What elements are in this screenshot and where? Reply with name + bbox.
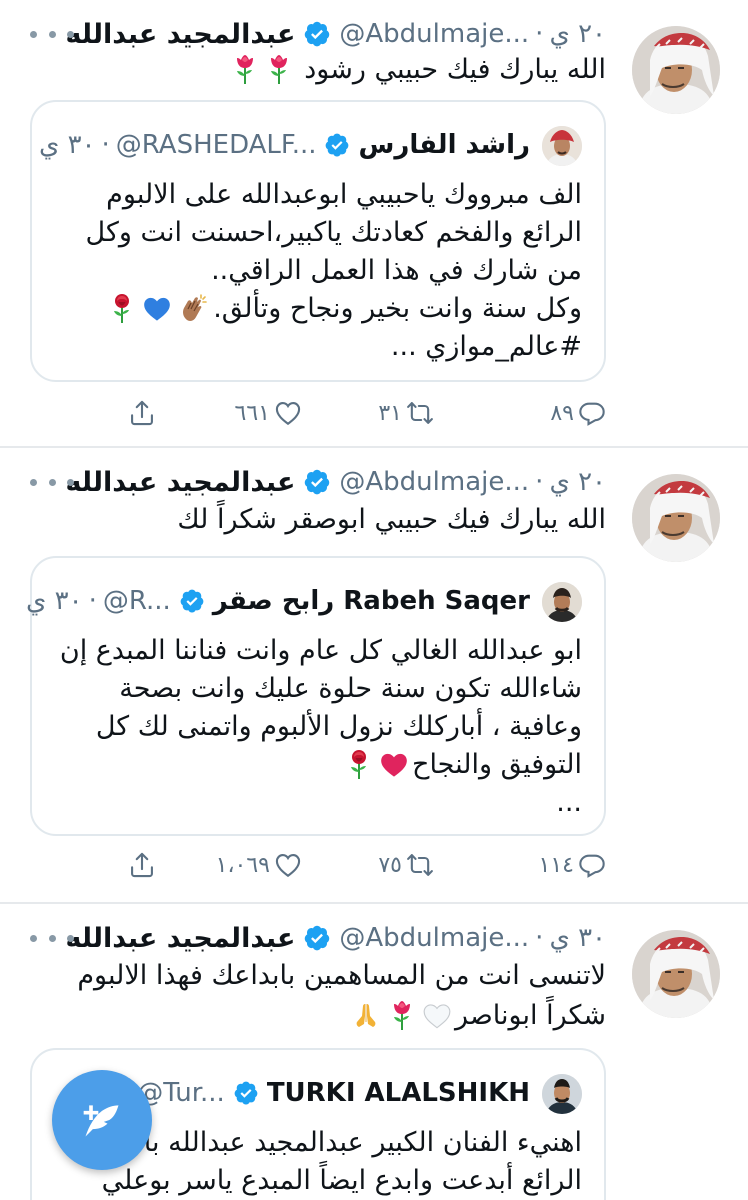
- author-name[interactable]: عبدالمجيد عبدالله: [66, 467, 296, 498]
- verified-badge-icon: [233, 1080, 259, 1106]
- more-icon[interactable]: [30, 14, 74, 54]
- tweet-time[interactable]: ٢٠ ي: [549, 19, 606, 49]
- tweet-text: الله يبارك فيك حبيبي ابوصقر شكراً لك: [177, 504, 606, 535]
- retweet-icon: [406, 851, 434, 879]
- compose-tweet-button[interactable]: [52, 1070, 152, 1170]
- red-heart-emoji-icon: [380, 752, 408, 778]
- separator-dot: ·: [101, 130, 110, 160]
- quoted-author-avatar: [542, 582, 582, 622]
- tweet-actions: ٨٩ ٣١ ٦٦١: [100, 390, 606, 436]
- verified-badge-icon: [324, 132, 350, 158]
- share-icon: [128, 851, 156, 879]
- white-heart-emoji-icon: [423, 1003, 451, 1029]
- separator-dot: ·: [88, 586, 97, 616]
- reply-count: ٨٩: [550, 400, 574, 426]
- folded-hands-emoji-icon: [351, 1000, 381, 1030]
- author-avatar[interactable]: [632, 474, 720, 562]
- quoted-tweet[interactable]: راشد الفارس @RASHEDALF... · ٣٠ ي الف مبر…: [30, 100, 606, 382]
- author-name[interactable]: عبدالمجيد عبدالله: [66, 19, 296, 50]
- author-handle[interactable]: @Abdulmaje...: [339, 923, 529, 953]
- retweet-icon: [406, 399, 434, 427]
- like-button[interactable]: ١،٠٦٩: [216, 842, 302, 888]
- share-button[interactable]: [128, 842, 156, 888]
- blue-heart-emoji-icon: [143, 296, 171, 322]
- share-button[interactable]: [128, 390, 156, 436]
- verified-badge-icon: [303, 20, 331, 48]
- tweet-text: الله يبارك فيك حبيبي رشود: [30, 50, 606, 90]
- tweet-header: عبدالمجيد عبدالله @Abdulmaje... · ٢٠ ي: [66, 14, 607, 54]
- quoted-author-name: رابح صقر Rabeh Saqer: [212, 586, 530, 616]
- rose-emoji-icon: [267, 54, 291, 84]
- tweet-time[interactable]: ٣٠ ي: [549, 923, 606, 953]
- quoted-author-handle: @RASHEDALF...: [115, 130, 317, 160]
- quoted-author-handle: @Tur...: [137, 1078, 225, 1108]
- separator-dot: ·: [535, 467, 544, 497]
- verified-badge-icon: [179, 588, 205, 614]
- separator-dot: ·: [535, 19, 544, 49]
- quoted-author-handle: @R...: [102, 586, 171, 616]
- author-handle[interactable]: @Abdulmaje...: [339, 467, 529, 497]
- more-icon[interactable]: [30, 918, 74, 958]
- reply-button[interactable]: ٨٩: [550, 390, 606, 436]
- tweet-line-with-emoji: شكراً ابوناصر: [30, 996, 606, 1036]
- quoted-tweet-header: TURKI ALALSHIKH @Tur...: [137, 1070, 530, 1116]
- tweet[interactable]: عبدالمجيد عبدالله @Abdulmaje... · ٢٠ ي ا…: [0, 0, 748, 446]
- hashtag: #عالم_موازي ...: [390, 331, 582, 362]
- like-count: ١،٠٦٩: [215, 852, 270, 878]
- verified-badge-icon: [303, 924, 331, 952]
- reply-icon: [578, 851, 606, 879]
- quoted-tweet[interactable]: رابح صقر Rabeh Saqer @R... · ٣٠ ي ابو عب…: [26, 556, 606, 836]
- author-avatar[interactable]: [632, 930, 720, 1018]
- like-icon: [274, 399, 302, 427]
- reply-count: ١١٤: [538, 852, 574, 878]
- rose-emoji-icon: [233, 54, 257, 84]
- reply-icon: [578, 399, 606, 427]
- quote-line-with-emoji: وكل سنة وانت بخير ونجاح وتألق.: [54, 290, 582, 328]
- quoted-tweet-header: رابح صقر Rabeh Saqer @R... · ٣٠ ي: [26, 578, 530, 624]
- rose-emoji-icon: [110, 293, 134, 323]
- like-count: ٦٦١: [234, 400, 270, 426]
- retweet-count: ٣١: [378, 400, 402, 426]
- quoted-author-avatar: [542, 126, 582, 166]
- quoted-author-avatar: [542, 1074, 582, 1114]
- rose-emoji-icon: [347, 749, 371, 779]
- tweet-header: عبدالمجيد عبدالله @Abdulmaje... · ٢٠ ي: [66, 462, 607, 502]
- separator-dot: ·: [535, 923, 544, 953]
- quoted-tweet-time: ٣٠ ي: [26, 586, 83, 616]
- compose-tweet-icon: [83, 1105, 119, 1137]
- quoted-tweet-text: ابو عبدالله الغالي كل عام وانت فناننا ال…: [54, 632, 582, 822]
- rose-emoji-icon: [390, 1000, 414, 1030]
- quoted-tweet-header: راشد الفارس @RASHEDALF... · ٣٠ ي: [39, 122, 530, 168]
- tweet-time[interactable]: ٢٠ ي: [549, 467, 606, 497]
- like-icon: [274, 851, 302, 879]
- clap-emoji-icon: [179, 293, 209, 323]
- quoted-tweet-text: الف مبرووك ياحبيبي ابوعبدالله على الالبو…: [54, 176, 582, 366]
- tweet-header: عبدالمجيد عبدالله @Abdulmaje... · ٣٠ ي: [66, 918, 607, 958]
- retweet-button[interactable]: ٧٥: [378, 842, 434, 888]
- like-button[interactable]: ٦٦١: [235, 390, 302, 436]
- retweet-button[interactable]: ٣١: [378, 390, 434, 436]
- quoted-tweet-time: ٣٠ ي: [38, 130, 96, 160]
- tweet[interactable]: عبدالمجيد عبدالله @Abdulmaje... · ٢٠ ي ا…: [0, 448, 748, 902]
- author-handle[interactable]: @Abdulmaje...: [339, 19, 529, 49]
- more-icon[interactable]: [30, 462, 74, 502]
- author-avatar[interactable]: [632, 26, 720, 114]
- tweet-actions: ١١٤ ٧٥ ١،٠٦٩: [100, 842, 606, 888]
- timeline-feed[interactable]: عبدالمجيد عبدالله @Abdulmaje... · ٢٠ ي ا…: [0, 0, 748, 1200]
- author-name[interactable]: عبدالمجيد عبدالله: [66, 923, 296, 954]
- reply-button[interactable]: ١١٤: [539, 842, 606, 888]
- verified-badge-icon: [303, 468, 331, 496]
- tweet-text: لاتنسى انت من المساهمين بابداعك فهذا الا…: [30, 956, 606, 1036]
- quoted-author-name: TURKI ALALSHIKH: [266, 1078, 530, 1108]
- share-icon: [128, 399, 156, 427]
- quote-ellipsis: ...: [556, 787, 582, 818]
- quoted-author-name: راشد الفارس: [358, 130, 530, 160]
- quote-line-with-emoji: التوفيق والنجاح: [54, 746, 582, 784]
- retweet-count: ٧٥: [378, 852, 402, 878]
